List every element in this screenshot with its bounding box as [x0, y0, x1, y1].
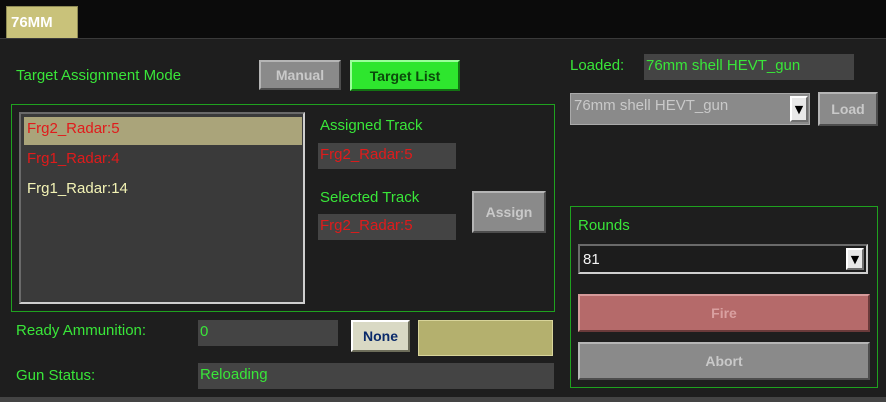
target-list-button[interactable]: Target List [350, 60, 460, 91]
tab-76mm[interactable]: 76MM [6, 6, 78, 38]
ready-ammunition-value: 0 [198, 320, 338, 346]
assigned-track-label: Assigned Track [320, 117, 423, 134]
track-list[interactable]: Frg2_Radar:5 Frg1_Radar:4 Frg1_Radar:14 [19, 112, 305, 304]
chevron-down-icon[interactable]: ▼ [790, 96, 808, 122]
none-button[interactable]: None [351, 320, 410, 352]
shell-select-value: 76mm shell HEVT_gun [574, 97, 729, 114]
list-item[interactable]: Frg1_Radar:14 [24, 177, 302, 205]
rounds-select[interactable]: 81 ▼ [578, 244, 868, 274]
bottom-border [0, 397, 886, 402]
tab-bar [0, 0, 886, 38]
rounds-label: Rounds [578, 217, 630, 234]
ammo-type-indicator [418, 320, 553, 356]
assign-button[interactable]: Assign [472, 191, 546, 233]
target-assignment-mode-label: Target Assignment Mode [16, 67, 182, 84]
manual-button[interactable]: Manual [259, 60, 341, 90]
selected-track-value: Frg2_Radar:5 [318, 214, 456, 240]
ready-ammunition-label: Ready Ammunition: [16, 322, 147, 339]
list-item-selected[interactable]: Frg2_Radar:5 [24, 117, 302, 145]
abort-button[interactable]: Abort [578, 342, 870, 380]
list-item[interactable]: Frg1_Radar:4 [24, 147, 302, 175]
selected-track-label: Selected Track [320, 189, 420, 206]
loaded-label: Loaded: [570, 57, 625, 74]
chevron-down-icon[interactable]: ▼ [846, 248, 864, 270]
assigned-track-value: Frg2_Radar:5 [318, 143, 456, 169]
fire-button[interactable]: Fire [578, 294, 870, 332]
gun-status-label: Gun Status: [16, 367, 96, 384]
load-button[interactable]: Load [818, 92, 878, 126]
loaded-value: 76mm shell HEVT_gun [644, 54, 854, 80]
rounds-select-value: 81 [583, 251, 600, 268]
shell-select[interactable]: 76mm shell HEVT_gun [570, 93, 810, 125]
gun-status-value: Reloading [198, 363, 554, 389]
